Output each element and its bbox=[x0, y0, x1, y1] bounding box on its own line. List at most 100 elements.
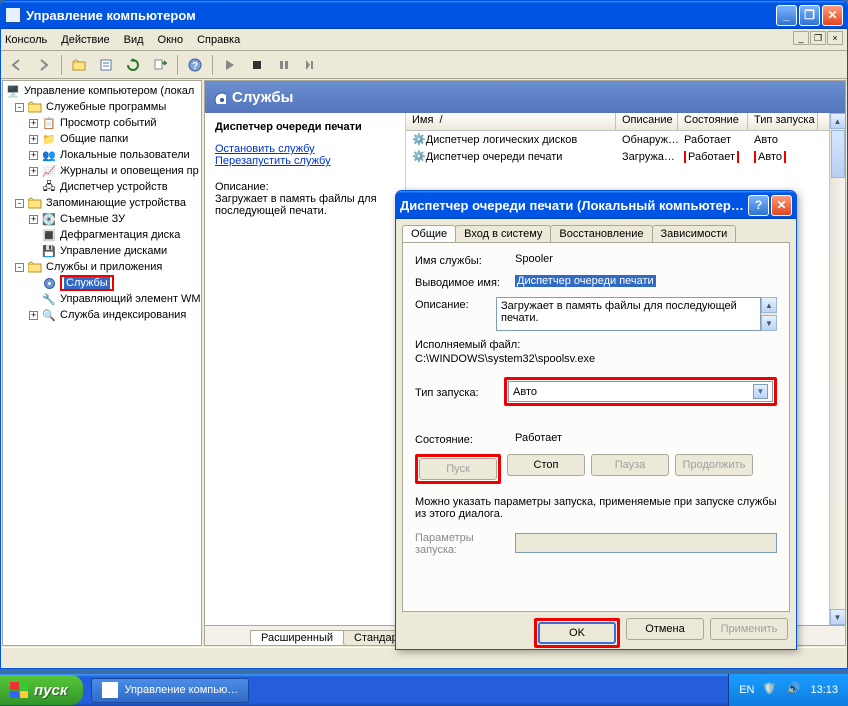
toolbar: ? bbox=[1, 51, 847, 79]
properties-dialog: Диспетчер очереди печати (Локальный комп… bbox=[395, 190, 797, 650]
resume-button: Продолжить bbox=[675, 454, 753, 476]
value-exe: C:\WINDOWS\system32\spoolsv.exe bbox=[415, 353, 777, 365]
tray-icon[interactable]: 🛡️ bbox=[762, 682, 778, 698]
restart-link[interactable]: Перезапустить службу bbox=[215, 155, 395, 167]
up-button[interactable] bbox=[67, 54, 91, 76]
app-icon bbox=[102, 682, 118, 698]
app-icon bbox=[5, 7, 21, 23]
scroll-down-icon[interactable]: ▼ bbox=[761, 315, 777, 331]
chevron-down-icon[interactable]: ▼ bbox=[753, 384, 768, 399]
export-button[interactable] bbox=[148, 54, 172, 76]
menu-window[interactable]: Окно bbox=[158, 34, 184, 46]
label-state: Состояние: bbox=[415, 432, 515, 446]
tree-item-indexing[interactable]: +🔍Служба индексирования bbox=[3, 307, 201, 323]
desc-label: Описание: bbox=[215, 181, 395, 193]
tree-item-diskmgmt[interactable]: 💾Управление дисками bbox=[3, 243, 201, 259]
col-startup[interactable]: Тип запуска bbox=[748, 113, 818, 130]
mdi-restore[interactable]: ❐ bbox=[810, 31, 826, 45]
list-row[interactable]: ⚙️Диспетчер логических дисков Обнаруж… Р… bbox=[406, 131, 829, 148]
ok-button[interactable]: OK bbox=[538, 622, 616, 644]
lang-indicator[interactable]: EN bbox=[739, 684, 754, 696]
tab-logon[interactable]: Вход в систему bbox=[455, 225, 551, 242]
desc-textarea[interactable] bbox=[496, 297, 761, 331]
tree-group-storage[interactable]: -Запоминающие устройства bbox=[3, 195, 201, 211]
menu-view[interactable]: Вид bbox=[124, 34, 144, 46]
list-row[interactable]: ⚙️Диспетчер очереди печати Загружа… Рабо… bbox=[406, 148, 829, 165]
tab-deps[interactable]: Зависимости bbox=[652, 225, 737, 242]
tree-item-services[interactable]: Службы bbox=[3, 275, 201, 291]
menu-console[interactable]: Консоль bbox=[5, 34, 47, 46]
tree-item-events[interactable]: +📋Просмотр событий bbox=[3, 115, 201, 131]
dialog-title: Диспетчер очереди печати (Локальный комп… bbox=[400, 198, 748, 213]
dialog-tabs: Общие Вход в систему Восстановление Зави… bbox=[396, 219, 796, 242]
cancel-button[interactable]: Отмена bbox=[626, 618, 704, 640]
label-desc: Описание: bbox=[415, 297, 496, 311]
scroll-thumb[interactable] bbox=[831, 130, 845, 178]
scrollbar-v[interactable]: ▲ ▼ bbox=[829, 113, 845, 625]
menu-help[interactable]: Справка bbox=[197, 34, 240, 46]
hint-text: Можно указать параметры запуска, применя… bbox=[415, 496, 777, 520]
tree-item-perflogs[interactable]: +📈Журналы и оповещения пр bbox=[3, 163, 201, 179]
scroll-up-icon[interactable]: ▲ bbox=[761, 297, 777, 313]
maximize-button[interactable]: ❐ bbox=[799, 5, 820, 26]
dialog-titlebar[interactable]: Диспетчер очереди печати (Локальный комп… bbox=[396, 191, 796, 219]
forward-button[interactable] bbox=[32, 54, 56, 76]
start-button: Пуск bbox=[419, 458, 497, 480]
stop-tb-button[interactable] bbox=[245, 54, 269, 76]
tree-item-shares[interactable]: +📁Общие папки bbox=[3, 131, 201, 147]
tab-recovery[interactable]: Восстановление bbox=[550, 225, 652, 242]
service-detail: Диспетчер очереди печати Остановить служ… bbox=[205, 113, 405, 625]
windows-logo-icon bbox=[10, 682, 28, 698]
dialog-panel: Имя службы:Spooler Выводимое имя:Диспетч… bbox=[402, 242, 790, 612]
props-button[interactable] bbox=[94, 54, 118, 76]
start-button[interactable]: пуск bbox=[0, 675, 83, 705]
tree-pane[interactable]: 🖥️Управление компьютером (локал -Служебн… bbox=[2, 80, 202, 646]
mdi-minimize[interactable]: _ bbox=[793, 31, 809, 45]
services-header: Службы bbox=[205, 81, 845, 113]
label-params: Параметры запуска: bbox=[415, 530, 515, 556]
system-tray[interactable]: EN 🛡️ 🔊 13:13 bbox=[728, 674, 848, 706]
menu-action[interactable]: Действие bbox=[61, 34, 109, 46]
tree-item-removable[interactable]: +💽Съемные ЗУ bbox=[3, 211, 201, 227]
tree-root[interactable]: 🖥️Управление компьютером (локал bbox=[3, 83, 201, 99]
help-button[interactable]: ? bbox=[183, 54, 207, 76]
scroll-up-icon[interactable]: ▲ bbox=[830, 113, 846, 129]
taskbar-item[interactable]: Управление компью… bbox=[91, 678, 249, 703]
close-button[interactable]: ✕ bbox=[822, 5, 843, 26]
tree-item-wmi[interactable]: 🔧Управляющий элемент WM bbox=[3, 291, 201, 307]
pause-button[interactable] bbox=[272, 54, 296, 76]
refresh-button[interactable] bbox=[121, 54, 145, 76]
play-button[interactable] bbox=[218, 54, 242, 76]
label-svcname: Имя службы: bbox=[415, 253, 515, 267]
dialog-close-button[interactable]: ✕ bbox=[771, 195, 792, 216]
back-button[interactable] bbox=[5, 54, 29, 76]
mdi-close[interactable]: × bbox=[827, 31, 843, 45]
apply-button: Применить bbox=[710, 618, 788, 640]
titlebar[interactable]: Управление компьютером _ ❐ ✕ bbox=[1, 1, 847, 29]
minimize-button[interactable]: _ bbox=[776, 5, 797, 26]
label-exe: Исполняемый файл: bbox=[415, 339, 777, 351]
tab-extended[interactable]: Расширенный bbox=[250, 630, 344, 645]
tree-item-defrag[interactable]: 🔳Дефрагментация диска bbox=[3, 227, 201, 243]
tree-item-users[interactable]: +👥Локальные пользователи bbox=[3, 147, 201, 163]
desc-text: Загружает в память файлы для последующей… bbox=[215, 193, 395, 217]
stop-link[interactable]: Остановить службу bbox=[215, 143, 395, 155]
svg-text:?: ? bbox=[192, 61, 198, 72]
col-name[interactable]: Имя / bbox=[406, 113, 616, 130]
mdi-child-controls: _ ❐ × bbox=[793, 31, 843, 45]
tree-group-services-apps[interactable]: -Службы и приложения bbox=[3, 259, 201, 275]
col-desc[interactable]: Описание bbox=[616, 113, 678, 130]
value-display: Диспетчер очереди печати bbox=[515, 275, 777, 287]
col-state[interactable]: Состояние bbox=[678, 113, 748, 130]
stop-button[interactable]: Стоп bbox=[507, 454, 585, 476]
restart-tb-button[interactable] bbox=[299, 54, 323, 76]
tab-general[interactable]: Общие bbox=[402, 225, 456, 242]
scroll-down-icon[interactable]: ▼ bbox=[830, 609, 846, 625]
startup-combo[interactable]: Авто▼ bbox=[508, 381, 773, 402]
tree-item-devmgr[interactable]: 🖧Диспетчер устройств bbox=[3, 179, 201, 195]
tray-icon[interactable]: 🔊 bbox=[786, 682, 802, 698]
dialog-help-button[interactable]: ? bbox=[748, 195, 769, 216]
clock[interactable]: 13:13 bbox=[810, 684, 838, 696]
tree-group-utilities[interactable]: -Служебные программы bbox=[3, 99, 201, 115]
label-display: Выводимое имя: bbox=[415, 275, 515, 289]
